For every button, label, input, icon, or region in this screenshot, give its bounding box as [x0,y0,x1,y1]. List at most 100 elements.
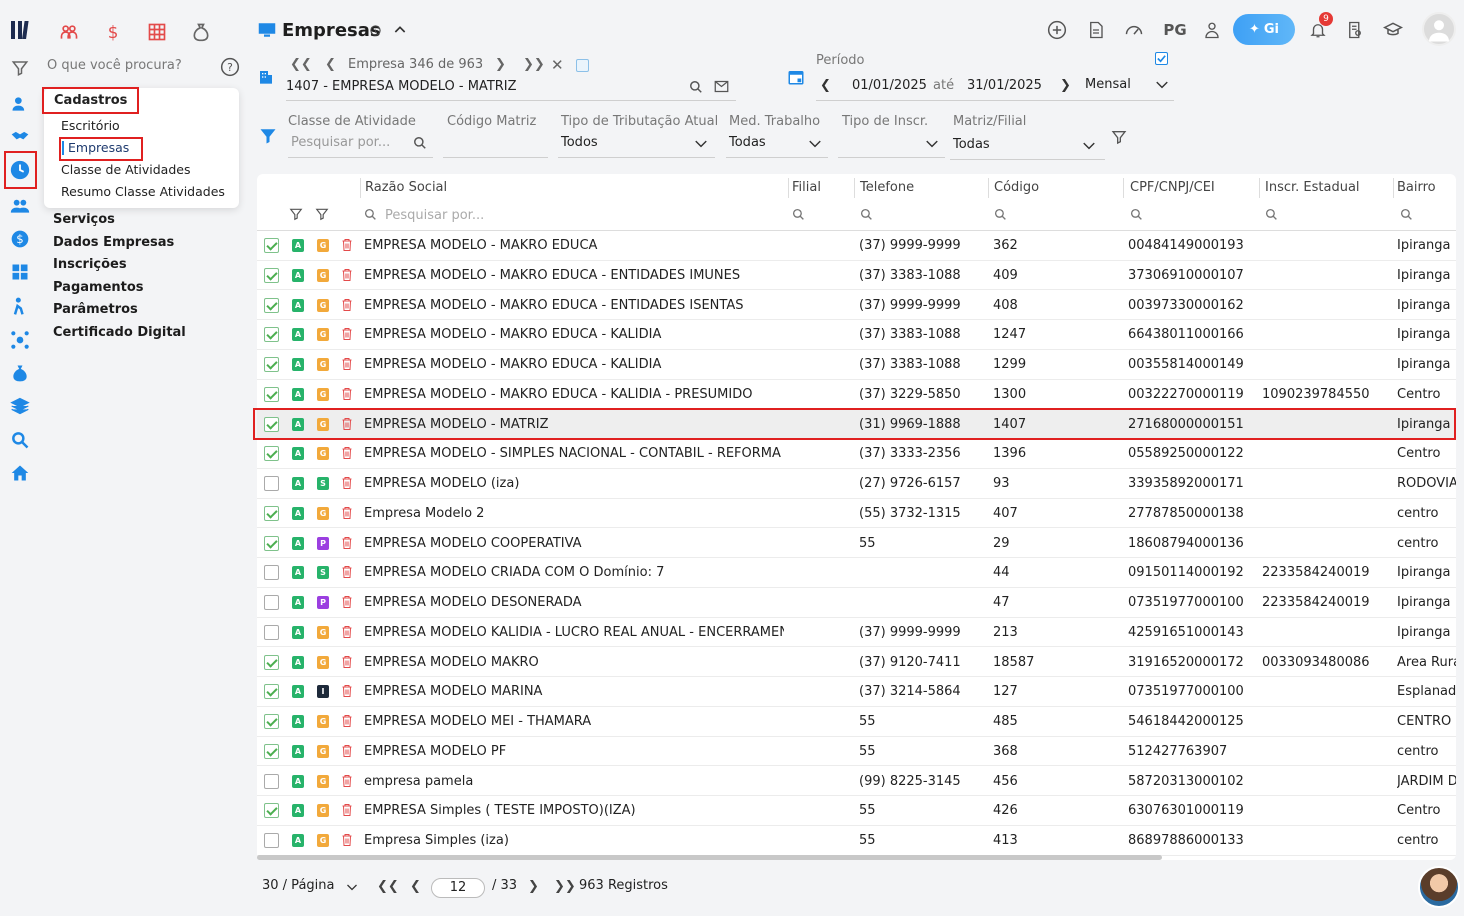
table-row[interactable]: A G EMPRESA MODELO - MAKRO EDUCA - KALÍDIA… [257,380,1456,410]
filter-funnel-icon[interactable] [259,127,277,145]
row-checkbox[interactable] [264,595,279,610]
next-page-icon[interactable]: ❯ [528,879,539,894]
row-checkbox[interactable] [264,803,279,819]
horizontal-scrollbar[interactable] [257,855,1162,860]
table-row[interactable]: A G Empresa Modelo 2 (55) 3732-1315 407 27787… [257,499,1456,529]
handshake-icon[interactable] [8,124,32,148]
nav-checkbox[interactable] [576,59,589,72]
table-row[interactable]: A I EMPRESA MODELO MARINA (37) 3214-5864 127… [257,677,1456,707]
delete-icon[interactable] [341,625,353,639]
table-row[interactable]: A G Empresa Simples (iza) 55 413 868978860001… [257,826,1456,856]
table-row[interactable]: A G EMPRESA MODELO PF 55 368 512427763907 cent… [257,737,1456,767]
row-checkbox[interactable] [264,743,279,759]
row-checkbox[interactable] [264,565,279,581]
matriz-select[interactable]: Todas [953,137,990,152]
delete-icon[interactable] [341,565,353,579]
delete-icon[interactable] [341,833,353,847]
menu-item-classe-atividades[interactable]: Classe de Atividades [61,162,190,177]
people-icon[interactable] [57,20,81,44]
page-input[interactable]: 12 [431,878,485,898]
help-icon[interactable]: ? [220,57,240,77]
delete-icon[interactable] [341,268,353,282]
row-checkbox[interactable] [264,297,279,313]
dollar-sign-icon[interactable]: $ [101,20,125,44]
home-icon[interactable] [8,461,32,485]
matriz-chevron-icon[interactable] [1082,141,1096,151]
first-page-icon[interactable]: ❮❮ [377,879,399,894]
menu-search-input[interactable]: O que você procura? [47,58,182,73]
prev-page-icon[interactable]: ❮ [410,879,421,894]
med-chevron-icon[interactable] [808,139,822,149]
table-row[interactable]: A G EMPRESA MODELO MAKRO (37) 9120-7411 1858… [257,648,1456,678]
col-inscr-estadual[interactable]: Inscr. Estadual [1265,180,1360,195]
table-row[interactable]: A G EMPRESA MODELO - MAKRO EDUCA - ENTIDAD… [257,261,1456,291]
row-checkbox[interactable] [264,535,279,551]
table-row[interactable]: A G EMPRESA MODELO MEI - THAMARA 55 485 54618… [257,707,1456,737]
next-record-icon[interactable]: ❯ [495,57,506,72]
calculator-icon[interactable] [8,260,32,284]
periodo-end[interactable]: 31/01/2025 [967,78,1042,93]
delete-icon[interactable] [341,744,353,758]
prev-record-icon[interactable]: ❮ [325,57,336,72]
row-checkbox[interactable] [264,446,279,462]
periodo-next-icon[interactable]: ❯ [1060,78,1071,93]
search-icon[interactable] [8,428,32,452]
col-cnpj[interactable]: CPF/CNPJ/CEI [1130,180,1215,195]
column-filter-2-icon[interactable] [315,207,329,221]
table-row[interactable]: A P EMPRESA MODELO DESONERADA 47 07351977000… [257,588,1456,618]
tributacao-chevron-icon[interactable] [694,139,708,149]
speedometer-icon[interactable] [1122,18,1146,42]
col-razao-social[interactable]: Razão Social [365,180,447,195]
row-checkbox[interactable] [264,833,279,848]
app-logo-icon[interactable] [10,18,34,42]
med-select[interactable]: Todas [729,135,766,150]
dollar-icon[interactable]: $ [8,227,32,251]
layers-icon[interactable] [8,394,32,418]
support-chat-avatar[interactable] [1418,866,1460,908]
delete-icon[interactable] [341,387,353,401]
row-checkbox[interactable] [264,267,279,283]
delete-icon[interactable] [341,446,353,460]
delete-icon[interactable] [341,595,353,609]
gi-assistant-button[interactable]: ✦ Gi [1233,14,1295,45]
table-row[interactable]: A G EMPRESA MODELO - MAKRO EDUCA (37) 9999-… [257,231,1456,261]
periodo-start[interactable]: 01/01/2025 [852,78,927,93]
classe-search-icon[interactable] [413,136,427,150]
search-empresa-icon[interactable] [689,80,703,94]
user-tie-icon[interactable] [1200,18,1224,42]
row-checkbox[interactable] [264,327,279,343]
advanced-filter-icon[interactable] [1111,129,1127,145]
delete-icon[interactable] [341,327,353,341]
menu-item-escritorio[interactable]: Escritório [61,118,120,133]
table-row[interactable]: A S EMPRESA MODELO (iza) (27) 9726-6157 93 33… [257,469,1456,499]
col-telefone[interactable]: Telefone [860,180,914,195]
table-row[interactable]: A G EMPRESA MODELO - MAKRO EDUCA - KALÍDIA… [257,320,1456,350]
razao-search-input[interactable]: Pesquisar por... [385,208,484,223]
graduation-cap-icon[interactable] [1381,18,1405,42]
row-checkbox[interactable] [264,386,279,402]
row-checkbox[interactable] [264,773,279,789]
row-checkbox[interactable] [264,654,279,670]
last-record-icon[interactable]: ❯❯ [523,57,545,72]
codigo-search-icon[interactable] [994,208,1007,221]
row-checkbox[interactable] [264,684,279,700]
report-search-icon[interactable] [1343,18,1367,42]
delete-icon[interactable] [341,684,353,698]
person-arrow-icon[interactable] [8,294,32,318]
classe-search-input[interactable]: Pesquisar por... [291,135,390,150]
delete-icon[interactable] [341,774,353,788]
telefone-search-icon[interactable] [860,208,873,221]
per-page-select[interactable]: 30 / Página [262,878,334,893]
last-page-icon[interactable]: ❯❯ [554,879,576,894]
menu-section-parametros[interactable]: Parâmetros [53,302,138,317]
delete-icon[interactable] [341,536,353,550]
table-row[interactable]: A S EMPRESA MODELO CRIADA COM O Domínio: 7… [257,558,1456,588]
table-row[interactable]: A G EMPRESA Simples ( TESTE IMPOSTO)(IZA) 5… [257,796,1456,826]
network-icon[interactable] [8,328,32,352]
close-icon[interactable]: ✕ [551,56,564,74]
table-row[interactable]: A G EMPRESA MODELO KALIDIA - LUCRO REAL AN… [257,618,1456,648]
user-avatar[interactable] [1422,12,1456,46]
cnpj-search-icon[interactable] [1130,208,1143,221]
delete-icon[interactable] [341,506,353,520]
grid-icon[interactable] [145,20,169,44]
